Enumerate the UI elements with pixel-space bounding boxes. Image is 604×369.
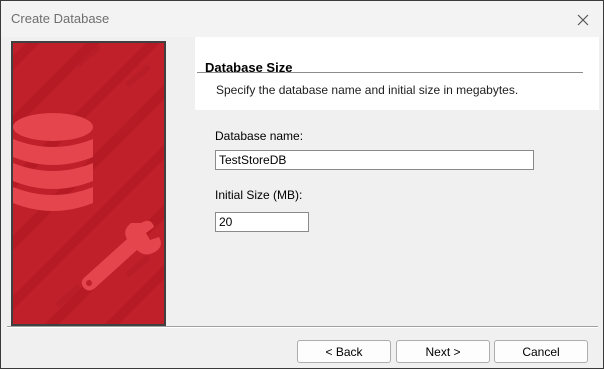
window-title: Create Database	[11, 11, 110, 26]
close-button[interactable]	[571, 9, 595, 31]
initial-size-field[interactable]	[215, 212, 309, 232]
close-icon	[577, 14, 589, 26]
wizard-banner	[11, 41, 166, 326]
back-button[interactable]: < Back	[297, 340, 391, 363]
database-wrench-icon	[13, 43, 164, 324]
database-name-label: Database name:	[215, 129, 304, 143]
page-description: Specify the database name and initial si…	[216, 83, 519, 97]
initial-size-label: Initial Size (MB):	[215, 188, 303, 202]
database-name-field[interactable]	[215, 150, 534, 170]
create-database-window: Create Database Database Size Specify th…	[0, 0, 604, 369]
cancel-button[interactable]: Cancel	[494, 340, 588, 363]
next-button[interactable]: Next >	[396, 340, 490, 363]
title-bar: Create Database	[1, 1, 603, 37]
footer-divider	[7, 326, 598, 328]
wizard-content: Database Size Specify the database name …	[5, 37, 599, 329]
header-divider	[197, 72, 583, 74]
